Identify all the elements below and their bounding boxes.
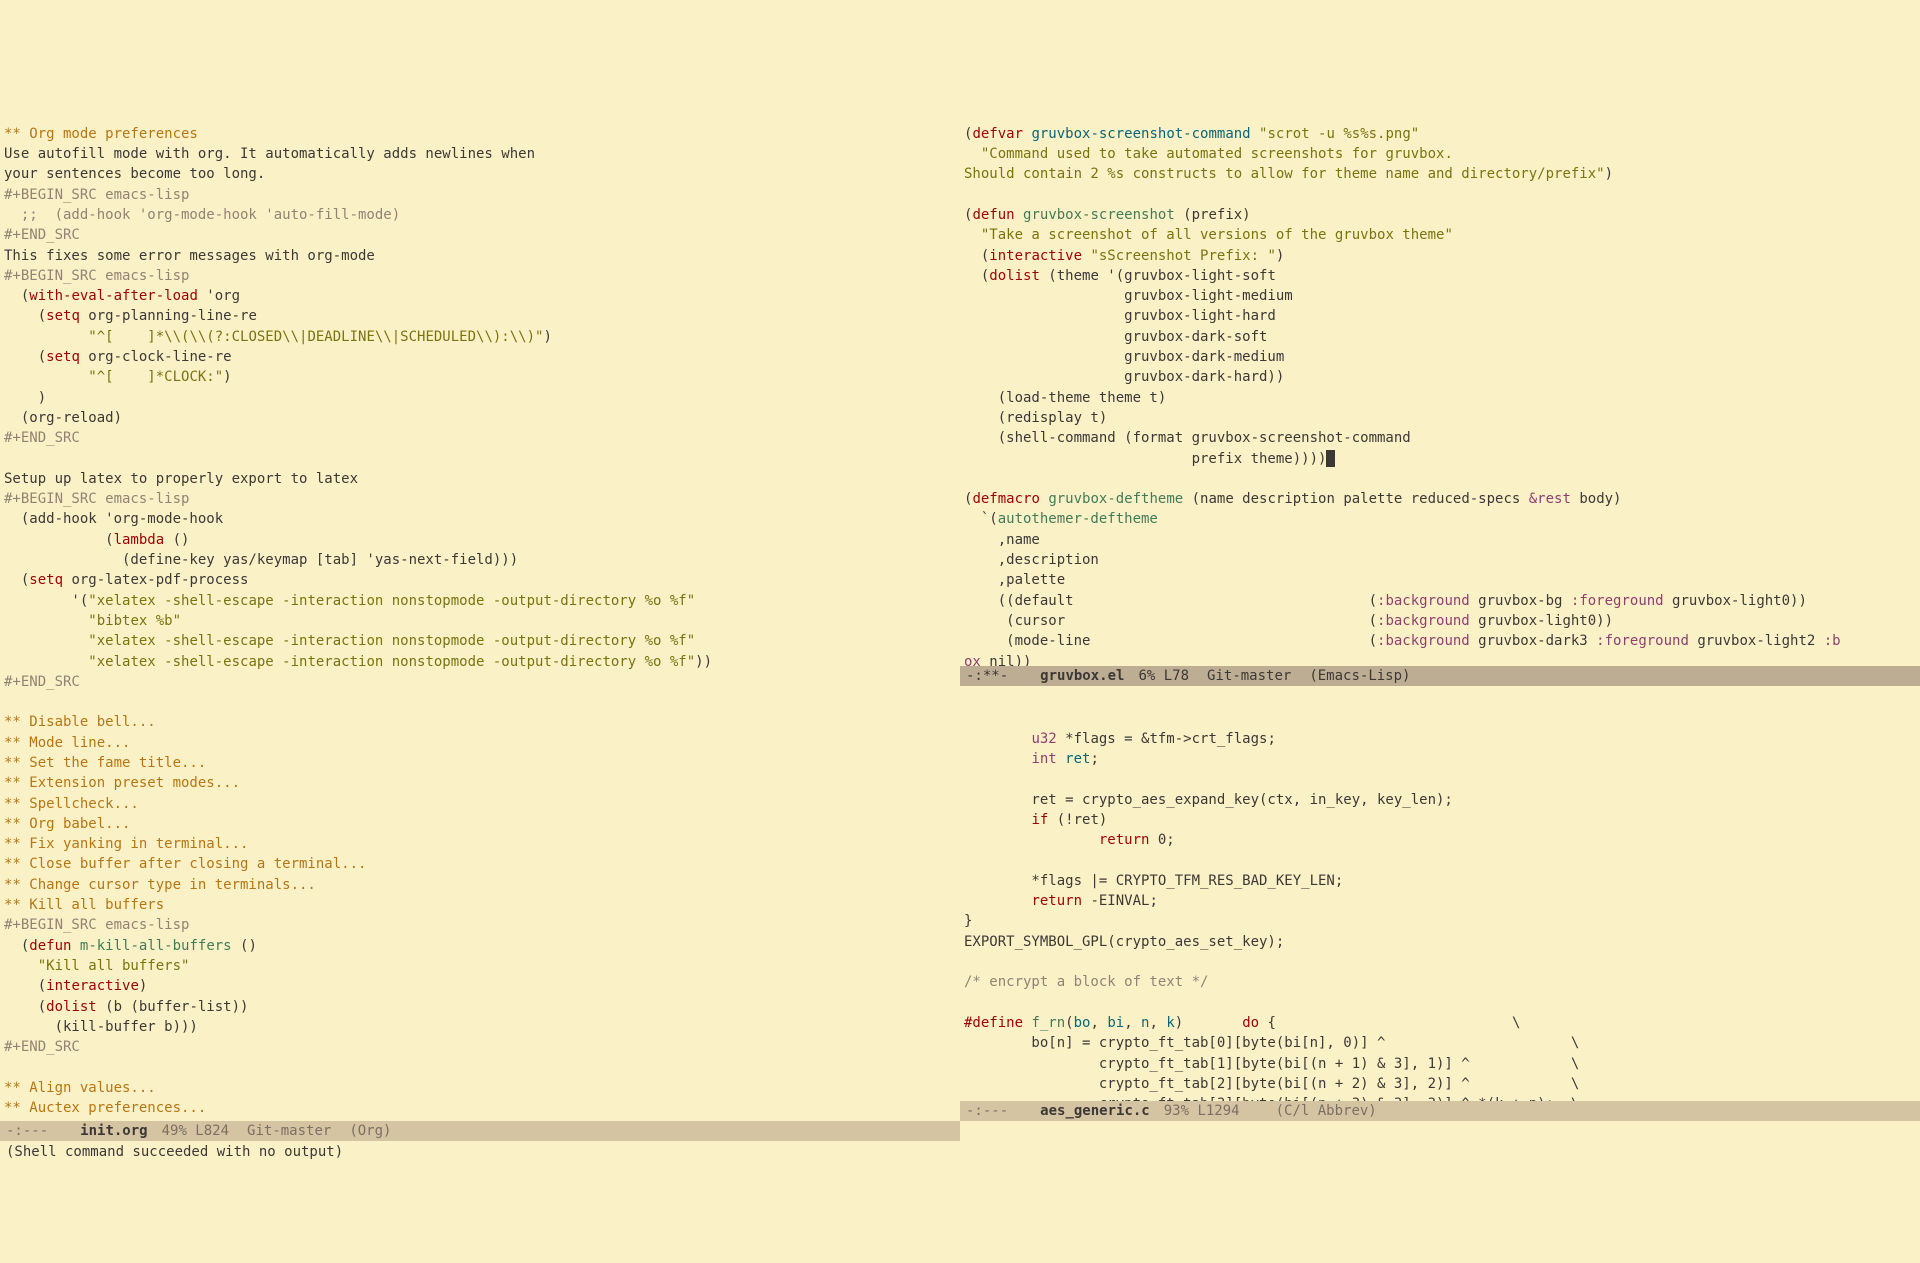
ml-mode: (Org) [349,1121,391,1141]
window-split: ** Org mode preferences Use autofill mod… [0,81,1920,1121]
right-bottom-pane[interactable]: u32 *flags = &tfm->crt_flags; int ret; r… [960,686,1920,1101]
emacs-frame: ** Org mode preferences Use autofill mod… [0,81,1920,1161]
ml-position: 93% L1294 [1164,1101,1240,1121]
ml-mode: (Emacs-Lisp) [1309,666,1410,686]
right-bottom-buffer-content[interactable]: u32 *flags = &tfm->crt_flags; int ret; r… [964,729,1916,1101]
right-column: (defvar gruvbox-screenshot-command "scro… [960,81,1920,1121]
ml-status: -:--- [966,1101,1008,1121]
ml-mode: (C/l Abbrev) [1276,1101,1377,1121]
right-top-pane[interactable]: (defvar gruvbox-screenshot-command "scro… [960,81,1920,666]
ml-filename: gruvbox.el [1040,666,1124,686]
ml-position: 49% L824 [162,1121,229,1141]
ml-filename: init.org [80,1121,147,1141]
ml-position: 6% L78 [1138,666,1189,686]
ml-status: -:--- [6,1121,48,1141]
left-buffer-content[interactable]: ** Org mode preferences Use autofill mod… [4,124,956,1121]
ml-filename: aes_generic.c [1040,1101,1150,1121]
echo-area: (Shell command succeeded with no output) [0,1141,1920,1161]
modeline-right-bottom[interactable]: -:--- aes_generic.c 93% L1294 (C/l Abbre… [960,1101,1920,1121]
modeline-left[interactable]: -:--- init.org 49% L824 Git-master (Org) [0,1121,960,1141]
left-pane[interactable]: ** Org mode preferences Use autofill mod… [0,81,960,1121]
ml-vc: Git-master [1207,666,1291,686]
ml-status: -:**- [966,666,1008,686]
ml-vc: Git-master [247,1121,331,1141]
modeline-right-top[interactable]: -:**- gruvbox.el 6% L78 Git-master (Emac… [960,666,1920,686]
right-top-buffer-content[interactable]: (defvar gruvbox-screenshot-command "scro… [964,124,1916,666]
